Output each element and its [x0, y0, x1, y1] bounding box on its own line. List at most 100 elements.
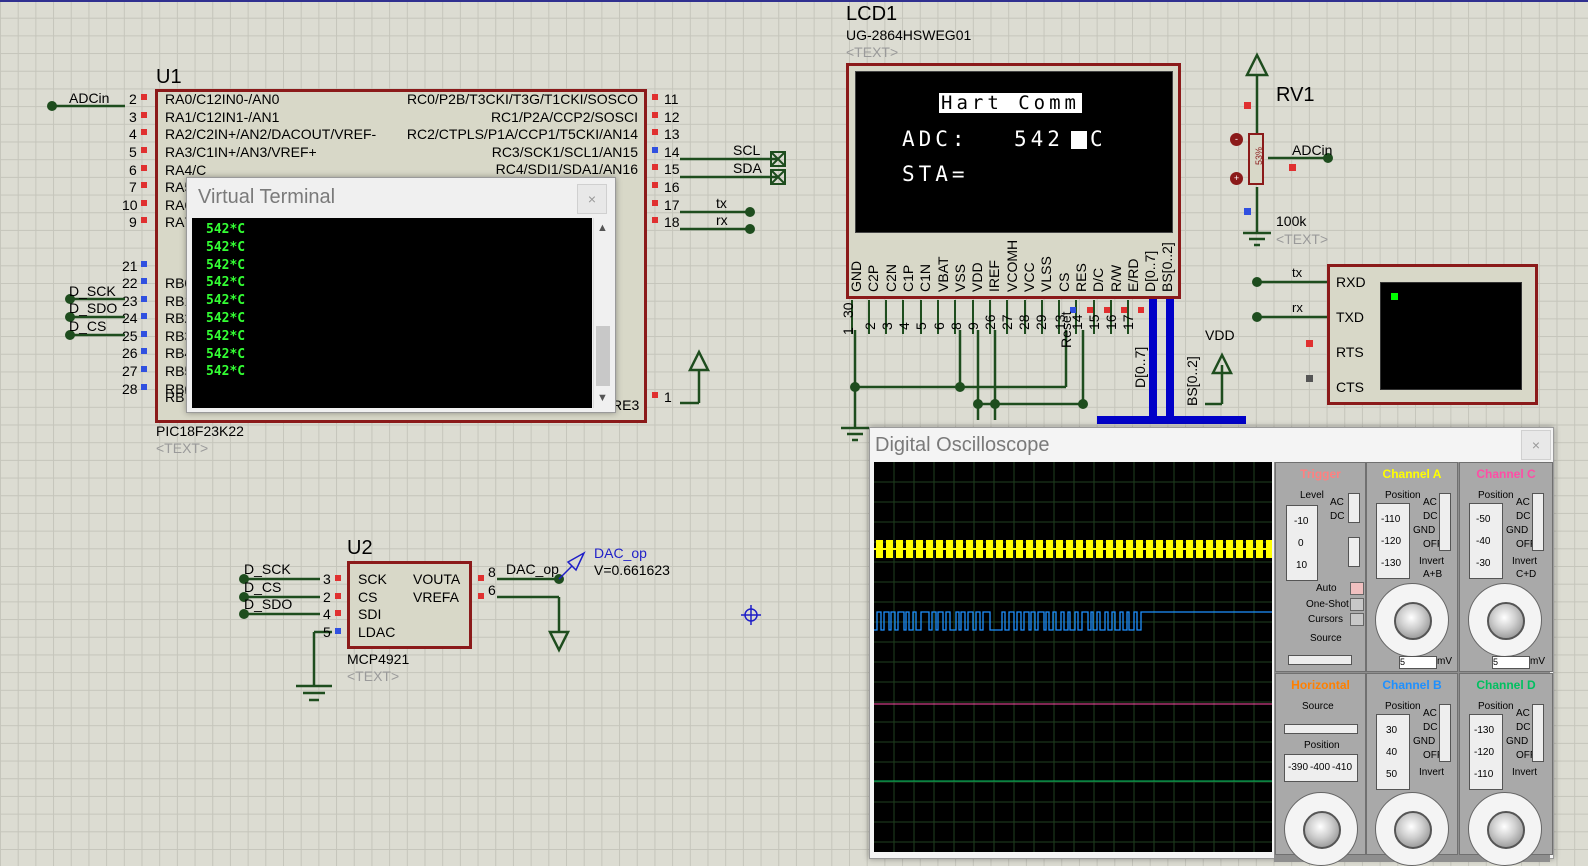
channel-a-invert[interactable]: Invert: [1419, 556, 1444, 567]
channel-a-combo[interactable]: A+B: [1423, 569, 1442, 580]
channel-d-panel: Channel D Position -130 -120 -110 AC DC GN…: [1459, 673, 1553, 866]
channel-mode-option[interactable]: AC: [1516, 497, 1530, 508]
channel-mode-option[interactable]: GND: [1413, 736, 1435, 747]
channel-mode-option[interactable]: AC: [1423, 708, 1437, 719]
serial-pin-rts: RTS: [1336, 344, 1364, 360]
trigger-source-slider[interactable]: [1288, 655, 1352, 665]
lcd-pin-number: 6: [931, 322, 947, 330]
channel-d-tick: -130: [1474, 725, 1495, 736]
channel-b-scale-dial[interactable]: [1375, 792, 1449, 866]
lcd-pin-number: 16: [1103, 314, 1119, 330]
channel-d-knob[interactable]: [1487, 811, 1525, 849]
serial-pin-cts: CTS: [1336, 379, 1364, 395]
channel-a-knob[interactable]: [1394, 602, 1432, 640]
bus-bs-label: BS[0..2]: [1184, 356, 1200, 406]
channel-d-invert[interactable]: Invert: [1512, 767, 1537, 778]
virtual-terminal-output[interactable]: 542*C 542*C 542*C 542*C 542*C 542*C 542*C 542*C…: [192, 218, 592, 408]
lcd-pin-number: 29: [1033, 314, 1049, 330]
channel-c-position-label: Position: [1478, 490, 1514, 501]
virtual-terminal-window[interactable]: Virtual Terminal × 542*C 542*C 542*C 542*C 5…: [186, 177, 616, 413]
channel-mode-option[interactable]: DC: [1516, 722, 1530, 733]
u2-pin-number: 6: [488, 582, 496, 598]
pin-marker: [478, 575, 484, 581]
scroll-thumb[interactable]: [596, 326, 610, 386]
channel-c-tick: -30: [1476, 558, 1491, 569]
bus-d-label: D[0..7]: [1132, 346, 1148, 388]
channel-b-tick: 50: [1386, 769, 1398, 780]
lcd-pin-label: VBAT: [934, 256, 951, 292]
pin-marker: [1306, 340, 1313, 347]
u2-net-label: D_SCK: [244, 561, 291, 577]
lcd-pin-label: CS: [1055, 272, 1072, 292]
channel-c-scale-value[interactable]: 5: [1492, 656, 1530, 669]
channel-mode-option[interactable]: DC: [1516, 511, 1530, 522]
channel-c-invert[interactable]: Invert: [1512, 556, 1537, 567]
horizontal-position-dial[interactable]: -390 -400 -410: [1284, 754, 1358, 782]
trigger-ac[interactable]: AC: [1330, 497, 1344, 508]
channel-c-position-dial[interactable]: -50 -40 -30: [1469, 503, 1503, 579]
horizontal-timebase-dial[interactable]: [1284, 792, 1358, 866]
channel-a-scale-dial[interactable]: [1375, 583, 1449, 657]
serial-net-rx: rx: [1292, 300, 1303, 315]
lcd-pin-label: D/C: [1090, 267, 1107, 292]
channel-d-position-dial[interactable]: -130 -120 -110: [1469, 714, 1503, 790]
scroll-up-icon[interactable]: ▲: [597, 222, 608, 234]
channel-a-position-dial[interactable]: -110 -120 -130: [1376, 503, 1410, 579]
trigger-source-label: Source: [1310, 633, 1342, 644]
channel-coupling-switch[interactable]: [1532, 704, 1544, 762]
net-scl-label: SCL: [733, 142, 761, 158]
channel-d-scale-dial[interactable]: [1468, 792, 1542, 866]
rv1-increase-button[interactable]: +: [1230, 172, 1243, 185]
channel-mode-option[interactable]: DC: [1423, 722, 1437, 733]
horizontal-tick: -400: [1310, 762, 1331, 773]
channel-c-knob[interactable]: [1487, 602, 1525, 640]
lcd-pin-number: 9: [965, 322, 981, 330]
rv1-decrease-button[interactable]: -: [1230, 133, 1243, 146]
pin-marker: [478, 593, 484, 599]
oscilloscope-display[interactable]: [874, 462, 1272, 852]
trigger-coupling-switch[interactable]: [1348, 493, 1360, 523]
terminal-line: 542*C: [206, 346, 246, 362]
channel-mode-option[interactable]: GND: [1506, 736, 1528, 747]
trigger-edge-switch[interactable]: [1348, 537, 1360, 567]
probe-name[interactable]: DAC_op: [594, 545, 647, 561]
trigger-auto-button[interactable]: [1350, 582, 1364, 595]
rv1-potentiometer[interactable]: 53%: [1248, 133, 1264, 185]
channel-c-panel: Channel C Position -50 -40 -30 AC DC GND OF…: [1459, 462, 1553, 672]
oscilloscope-window[interactable]: Digital Oscilloscope × Trigger Level -10…: [869, 427, 1554, 866]
net-reset-label: Reset: [1058, 311, 1074, 348]
trigger-dc[interactable]: DC: [1330, 511, 1344, 522]
channel-mode-option[interactable]: GND: [1413, 525, 1435, 536]
channel-coupling-switch[interactable]: [1532, 493, 1544, 551]
channel-c-title: Channel C: [1476, 467, 1536, 481]
trigger-level-dial[interactable]: -10 0 10: [1286, 505, 1318, 581]
lcd-pin-number: 17: [1120, 314, 1136, 330]
channel-b-knob[interactable]: [1394, 811, 1432, 849]
channel-c-combo[interactable]: C+D: [1516, 569, 1536, 580]
u2-pin-label: CS: [358, 589, 378, 605]
pin-marker: [1244, 102, 1251, 109]
terminal-line: 542*C: [206, 257, 246, 273]
channel-b-position-dial[interactable]: 30 40 50: [1376, 714, 1410, 790]
channel-mode-option[interactable]: AC: [1516, 708, 1530, 719]
virtual-terminal-close-button[interactable]: ×: [577, 184, 607, 214]
channel-mode-option[interactable]: GND: [1506, 525, 1528, 536]
horizontal-source-slider[interactable]: [1284, 724, 1358, 734]
serial-terminal-screen: [1380, 282, 1522, 390]
channel-a-scale-value[interactable]: 5: [1399, 656, 1437, 669]
channel-coupling-switch[interactable]: [1439, 493, 1451, 551]
channel-mode-option[interactable]: AC: [1423, 497, 1437, 508]
channel-coupling-switch[interactable]: [1439, 704, 1451, 762]
lcd-pin-number: 30: [840, 302, 856, 318]
oscilloscope-close-button[interactable]: ×: [1521, 430, 1551, 460]
scroll-down-icon[interactable]: ▼: [597, 392, 608, 404]
trigger-one-shot-button[interactable]: [1350, 598, 1364, 611]
trigger-cursors-button[interactable]: [1350, 613, 1364, 626]
channel-c-scale-dial[interactable]: [1468, 583, 1542, 657]
horizontal-knob[interactable]: [1303, 811, 1341, 849]
lcd-pin-label: VCOMH: [1003, 239, 1020, 292]
channel-mode-option[interactable]: DC: [1423, 511, 1437, 522]
channel-b-invert[interactable]: Invert: [1419, 767, 1444, 778]
serial-pin-rxd: RXD: [1336, 274, 1366, 290]
virtual-terminal-scrollbar[interactable]: ▲ ▼: [593, 218, 612, 408]
